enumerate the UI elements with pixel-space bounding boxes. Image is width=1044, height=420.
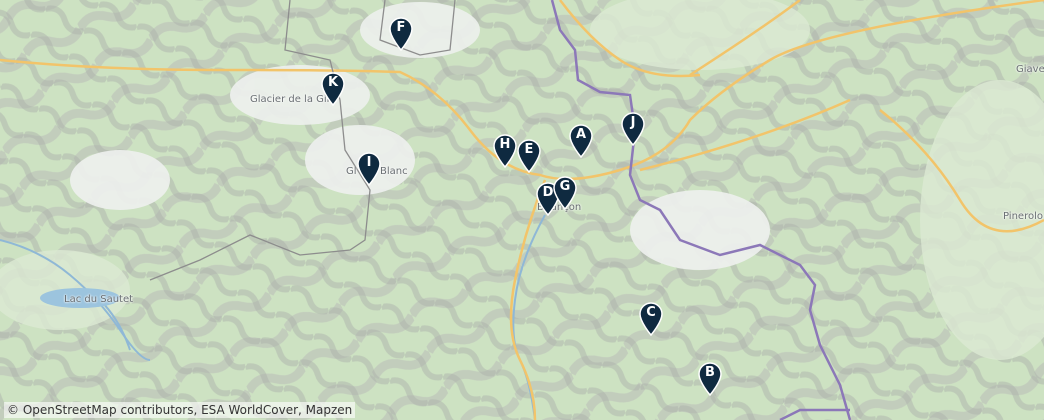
marker-label: C <box>646 305 656 320</box>
marker-label: K <box>327 75 339 90</box>
marker-label: J <box>630 115 636 130</box>
map-attribution[interactable]: © OpenStreetMap contributors, ESA WorldC… <box>4 402 356 418</box>
map-marker-j[interactable]: J <box>620 112 646 146</box>
place-label-pinerolo: Pinerolo <box>1003 211 1043 222</box>
marker-label: G <box>559 179 571 194</box>
place-label-glacier-blanc-left: Gl <box>346 166 357 177</box>
marker-label: I <box>366 155 372 170</box>
marker-label: A <box>575 127 587 142</box>
marker-label: F <box>396 20 406 35</box>
map-marker-b[interactable]: B <box>697 362 723 396</box>
place-label-lac-du-sautet: Lac du Sautet <box>64 294 134 305</box>
map-marker-e[interactable]: E <box>516 139 542 173</box>
map-marker-h[interactable]: H <box>492 134 518 168</box>
marker-label: B <box>705 365 715 380</box>
marker-label: E <box>524 142 534 157</box>
map-marker-a[interactable]: A <box>568 124 594 158</box>
place-label-giaveno: Giave <box>1016 64 1044 75</box>
map-marker-c[interactable]: C <box>638 302 664 336</box>
place-label-glacier-blanc-right: Blanc <box>380 166 408 177</box>
map-marker-g[interactable]: G <box>552 176 578 210</box>
map-marker-f[interactable]: F <box>388 17 414 51</box>
marker-label: H <box>499 137 511 152</box>
terrain-layer <box>0 0 1044 420</box>
map-marker-k[interactable]: K <box>320 72 346 106</box>
map-marker-i[interactable]: I <box>356 152 382 186</box>
map-canvas[interactable]: Glacier de la Giro Gl Blanc Briançon Lac… <box>0 0 1044 420</box>
